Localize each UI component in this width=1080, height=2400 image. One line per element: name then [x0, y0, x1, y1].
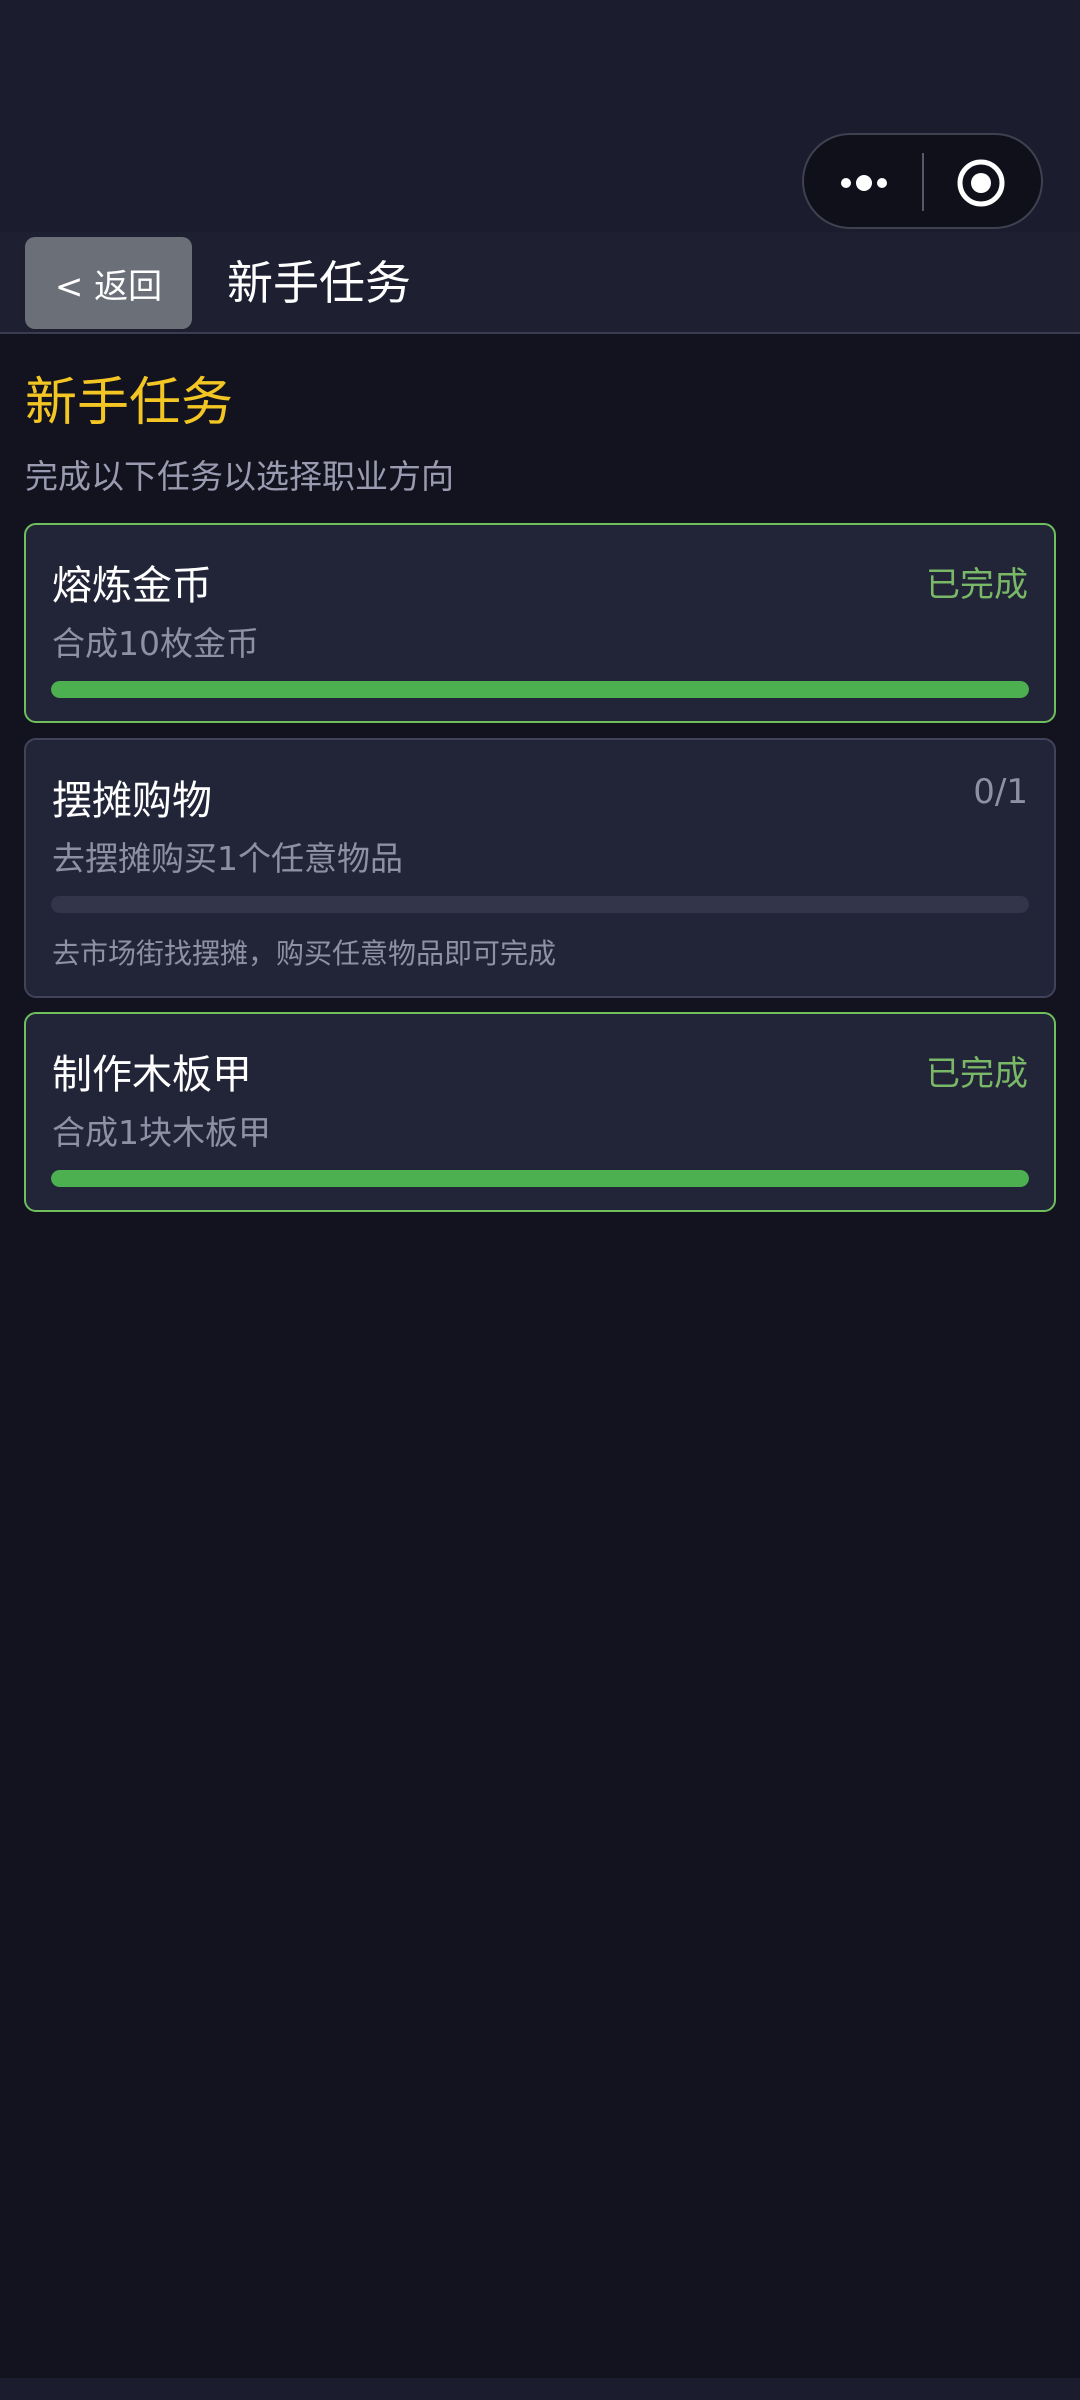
nav-title: 新手任务: [227, 256, 411, 310]
task-description: 去摆摊购买1个任意物品: [52, 839, 403, 878]
task-card[interactable]: 熔炼金币 已完成 合成10枚金币: [24, 523, 1056, 723]
page-title: 新手任务: [25, 373, 234, 433]
task-status: 已完成: [926, 1054, 1028, 1094]
task-name: 摆摊购物: [52, 778, 212, 824]
task-card[interactable]: 摆摊购物 0/1 去摆摊购买1个任意物品 去市场街找摆摊，购买任意物品即可完成: [24, 738, 1056, 998]
task-status: 0/1: [973, 772, 1028, 812]
status-bar-area: [0, 0, 1080, 232]
progress-fill: [51, 681, 1029, 698]
task-name: 制作木板甲: [52, 1052, 252, 1098]
navigation-bar: < 返回 新手任务: [0, 232, 1080, 334]
target-circle-icon[interactable]: [956, 158, 1006, 208]
progress-fill: [51, 1170, 1029, 1187]
task-status: 已完成: [926, 565, 1028, 605]
mini-program-capsule: [802, 133, 1043, 229]
task-card[interactable]: 制作木板甲 已完成 合成1块木板甲: [24, 1012, 1056, 1212]
progress-bar: [51, 681, 1029, 698]
task-name: 熔炼金币: [52, 563, 212, 609]
task-description: 合成10枚金币: [52, 624, 259, 663]
task-description: 合成1块木板甲: [52, 1113, 271, 1152]
bottom-safe-area: [0, 2378, 1080, 2400]
back-button[interactable]: < 返回: [25, 237, 192, 329]
progress-bar: [51, 896, 1029, 913]
more-dots-icon[interactable]: [836, 169, 916, 197]
capsule-divider: [922, 153, 924, 211]
task-hint: 去市场街找摆摊，购买任意物品即可完成: [52, 937, 557, 970]
page-subtitle: 完成以下任务以选择职业方向: [25, 457, 454, 496]
progress-bar: [51, 1170, 1029, 1187]
